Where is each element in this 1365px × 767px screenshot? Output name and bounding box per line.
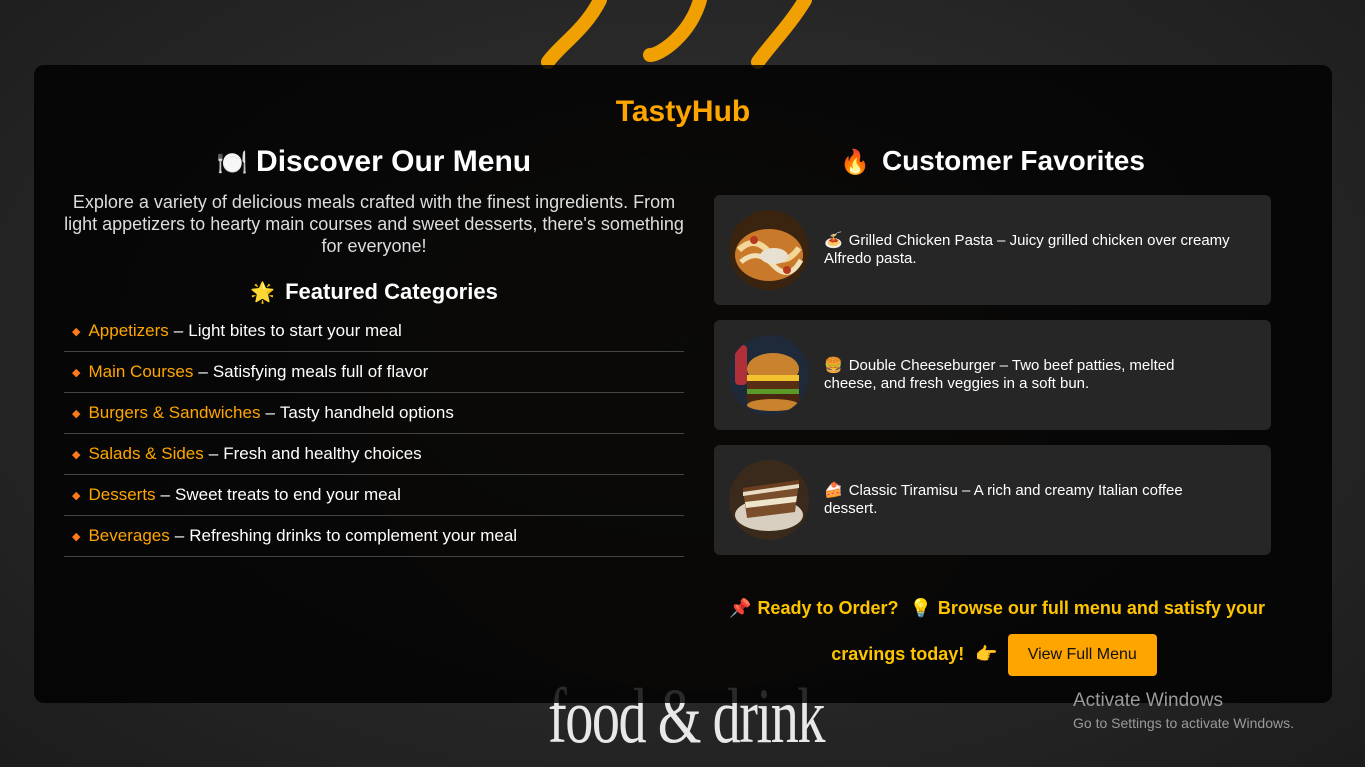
- category-item-salads[interactable]: ◆ Salads & Sides – Fresh and healthy choice…: [64, 434, 684, 475]
- menu-heading: 🍽️ Discover Our Menu: [216, 145, 532, 178]
- menu-card: TastyHub 🍽️ Discover Our Menu Explore a v…: [34, 65, 1332, 703]
- category-desc: Refreshing drinks to complement your mea…: [189, 526, 518, 545]
- windows-activation-watermark: Activate Windows Go to Settings to activ…: [1073, 690, 1294, 731]
- lightbulb-icon: 💡: [909, 598, 932, 618]
- tiramisu-image: [729, 460, 809, 540]
- category-item-appetizers[interactable]: ◆ Appetizers – Light bites to start your me…: [64, 311, 684, 352]
- pasta-icon: 🍝: [824, 232, 843, 249]
- menu-section: 🍽️ Discover Our Menu Explore a variety of…: [64, 145, 684, 557]
- diamond-bullet-icon: ◆: [72, 530, 81, 543]
- favorite-card[interactable]: 🍝 Grilled Chicken Pasta – Juicy grilled c…: [714, 195, 1271, 305]
- category-item-main-courses[interactable]: ◆ Main Courses – Satisfying meals full of f…: [64, 352, 684, 393]
- category-item-desserts[interactable]: ◆ Desserts – Sweet treats to end your meal: [64, 475, 684, 516]
- diamond-bullet-icon: ◆: [72, 325, 81, 338]
- category-desc: Satisfying meals full of flavor: [212, 362, 429, 381]
- category-name: Salads & Sides: [88, 444, 204, 463]
- favorite-card[interactable]: 🍔 Double Cheeseburger – Two beef patties,…: [714, 320, 1271, 430]
- category-item-burgers[interactable]: ◆ Burgers & Sandwiches – Tasty handheld opt…: [64, 393, 684, 434]
- pin-icon: 📌: [729, 598, 752, 618]
- category-desc: Light bites to start your meal: [188, 321, 402, 340]
- brand-title: TastyHub: [615, 95, 751, 128]
- view-full-menu-button[interactable]: View Full Menu: [1007, 634, 1157, 677]
- pointing-hand-icon: 👉: [975, 644, 998, 664]
- category-list: ◆ Appetizers – Light bites to start your me…: [64, 311, 684, 557]
- watermark-title: Activate Windows: [1073, 690, 1223, 711]
- burger-image: [729, 335, 809, 415]
- favorite-card[interactable]: 🍰 Classic Tiramisu – A rich and creamy It…: [714, 445, 1271, 555]
- diamond-bullet-icon: ◆: [72, 366, 81, 379]
- favorites-section: 🔥 Customer Favorites 🍝 Grilled Chicken Pas…: [714, 145, 1271, 570]
- favorite-description: 🍔 Double Cheeseburger – Two beef patties,…: [824, 357, 1175, 392]
- category-desc: Sweet treats to end your meal: [175, 485, 401, 504]
- category-name: Main Courses: [88, 362, 194, 381]
- star-icon: 🌟: [250, 282, 276, 304]
- cta-lead: Ready to Order?: [757, 598, 899, 618]
- category-desc: Tasty handheld options: [279, 403, 454, 422]
- plate-icon: 🍽️: [216, 149, 249, 177]
- categories-heading: 🌟 Featured Categories: [250, 279, 498, 304]
- favorite-description: 🍰 Classic Tiramisu – A rich and creamy It…: [824, 482, 1183, 517]
- fire-icon: 🔥: [840, 149, 870, 176]
- order-cta: 📌 Ready to Order? 💡 Browse our full menu a…: [709, 585, 1279, 677]
- category-name: Burgers & Sandwiches: [88, 403, 261, 422]
- watermark-subtitle: Go to Settings to activate Windows.: [1073, 715, 1294, 731]
- diamond-bullet-icon: ◆: [72, 407, 81, 420]
- favorite-description: 🍝 Grilled Chicken Pasta – Juicy grilled c…: [824, 232, 1230, 267]
- diamond-bullet-icon: ◆: [72, 448, 81, 461]
- burger-icon: 🍔: [824, 357, 843, 374]
- category-desc: Fresh and healthy choices: [223, 444, 422, 463]
- diamond-bullet-icon: ◆: [72, 489, 81, 502]
- category-name: Beverages: [88, 526, 170, 545]
- pasta-image: [729, 210, 809, 290]
- favorites-heading: 🔥 Customer Favorites: [840, 145, 1145, 176]
- cake-icon: 🍰: [824, 482, 843, 499]
- menu-intro: Explore a variety of delicious meals cra…: [64, 192, 684, 256]
- category-name: Desserts: [88, 485, 156, 504]
- category-item-beverages[interactable]: ◆ Beverages – Refreshing drinks to compleme…: [64, 516, 684, 557]
- category-name: Appetizers: [88, 321, 169, 340]
